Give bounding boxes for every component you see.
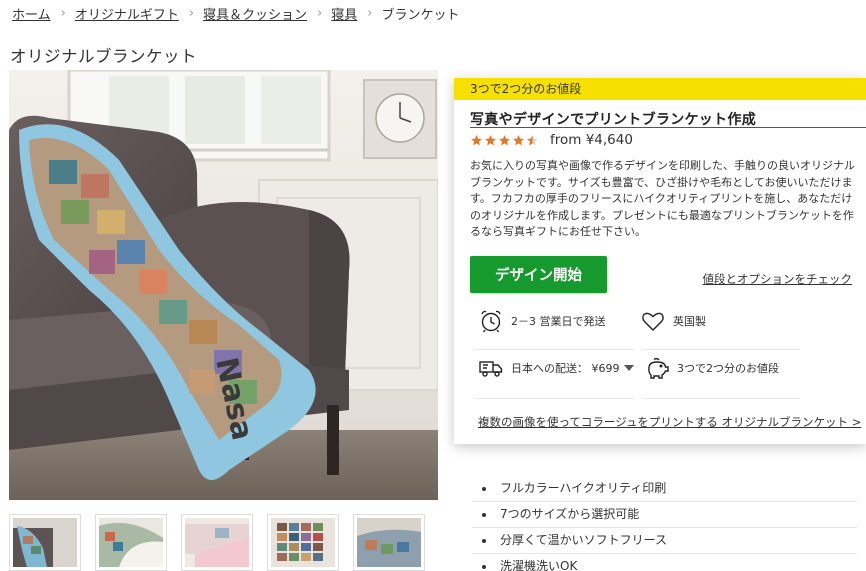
page-title: オリジナルブランケット bbox=[10, 47, 197, 66]
star-icon bbox=[485, 134, 496, 145]
breadcrumb-current: ブランケット bbox=[381, 7, 460, 23]
delivery-truck-icon bbox=[479, 361, 503, 377]
heart-icon bbox=[642, 312, 664, 331]
breadcrumb-original-gifts[interactable]: オリジナルギフト bbox=[75, 4, 179, 23]
shipping-text: 日本への配送： ¥699 bbox=[511, 362, 620, 375]
product-main-image: Nasa bbox=[9, 70, 438, 500]
list-item: 洗濯機洗いOK bbox=[472, 554, 857, 571]
breadcrumb-separator: › bbox=[367, 5, 373, 21]
price-options-link[interactable]: 値段とオプションをチェック bbox=[703, 271, 853, 287]
list-item: 7つのサイズから選択可能 bbox=[472, 502, 857, 528]
price: from ¥4,640 bbox=[550, 132, 633, 148]
star-icon bbox=[513, 134, 524, 145]
product-title: 写真やデザインでプリントブランケット作成 bbox=[470, 112, 756, 128]
thumbnail-5[interactable] bbox=[353, 514, 425, 571]
list-item: フルカラーハイクオリティ印刷 bbox=[472, 476, 857, 502]
breadcrumb-separator: › bbox=[188, 5, 195, 21]
feature-3-for-2: 3つで2つ分のお値段 bbox=[644, 355, 779, 381]
feature-divider bbox=[642, 349, 800, 350]
star-icon bbox=[471, 134, 482, 145]
feature-text: 2－3 営業日で発送 bbox=[511, 315, 606, 328]
thumbnail-4[interactable] bbox=[267, 514, 339, 571]
breadcrumb-separator: › bbox=[60, 5, 66, 21]
title-divider bbox=[470, 127, 866, 128]
chevron-down-icon[interactable] bbox=[623, 365, 634, 371]
product-description: お気に入りの写真や画像で作るデザインを印刷した、手触りの良いオリジナルブランケッ… bbox=[470, 159, 855, 238]
product-info-card: 3つで2つ分のお値段 写真やデザインでプリントブランケット作成 from ¥4,… bbox=[454, 78, 866, 444]
breadcrumb: ホーム › オリジナルギフト › 寝具＆クッション › 寝具 › ブランケット bbox=[12, 4, 460, 23]
feature-bullets: フルカラーハイクオリティ印刷 7つのサイズから選択可能 分厚くて温かいソフトフリ… bbox=[472, 476, 857, 571]
piggy-bank-icon bbox=[648, 357, 669, 379]
feature-text: 3つで2つ分のお値段 bbox=[677, 362, 779, 375]
feature-divider bbox=[642, 398, 800, 399]
feature-divider bbox=[474, 398, 634, 399]
thumbnail-strip bbox=[9, 514, 425, 571]
breadcrumb-home[interactable]: ホーム bbox=[12, 4, 51, 23]
list-item: 分厚くて温かいソフトフリース bbox=[472, 528, 857, 554]
feature-shipping[interactable]: 日本への配送： ¥699 bbox=[478, 355, 634, 381]
promo-banner: 3つで2つ分のお値段 bbox=[454, 78, 866, 100]
breadcrumb-bedding[interactable]: 寝具 bbox=[331, 4, 357, 23]
breadcrumb-separator: › bbox=[317, 5, 323, 21]
feature-divider bbox=[474, 349, 634, 350]
collage-blanket-link[interactable]: 複数の画像を使ってコラージュをプリントする オリジナルブランケット > bbox=[478, 414, 861, 430]
feature-made-in-uk: 英国製 bbox=[640, 308, 706, 334]
half-star-icon bbox=[527, 134, 538, 145]
thumbnail-3[interactable] bbox=[181, 514, 253, 571]
thumbnail-2[interactable] bbox=[95, 514, 167, 571]
rating-row: from ¥4,640 bbox=[470, 131, 633, 149]
breadcrumb-bedding-cushions[interactable]: 寝具＆クッション bbox=[203, 4, 307, 23]
feature-dispatch: 2－3 営業日で発送 bbox=[478, 308, 606, 334]
start-design-button[interactable]: デザイン開始 bbox=[470, 256, 607, 293]
feature-text: 英国製 bbox=[673, 315, 706, 328]
alarm-clock-icon bbox=[481, 310, 501, 333]
star-icon bbox=[499, 134, 510, 145]
star-rating bbox=[470, 134, 539, 147]
thumbnail-1[interactable] bbox=[9, 514, 81, 571]
